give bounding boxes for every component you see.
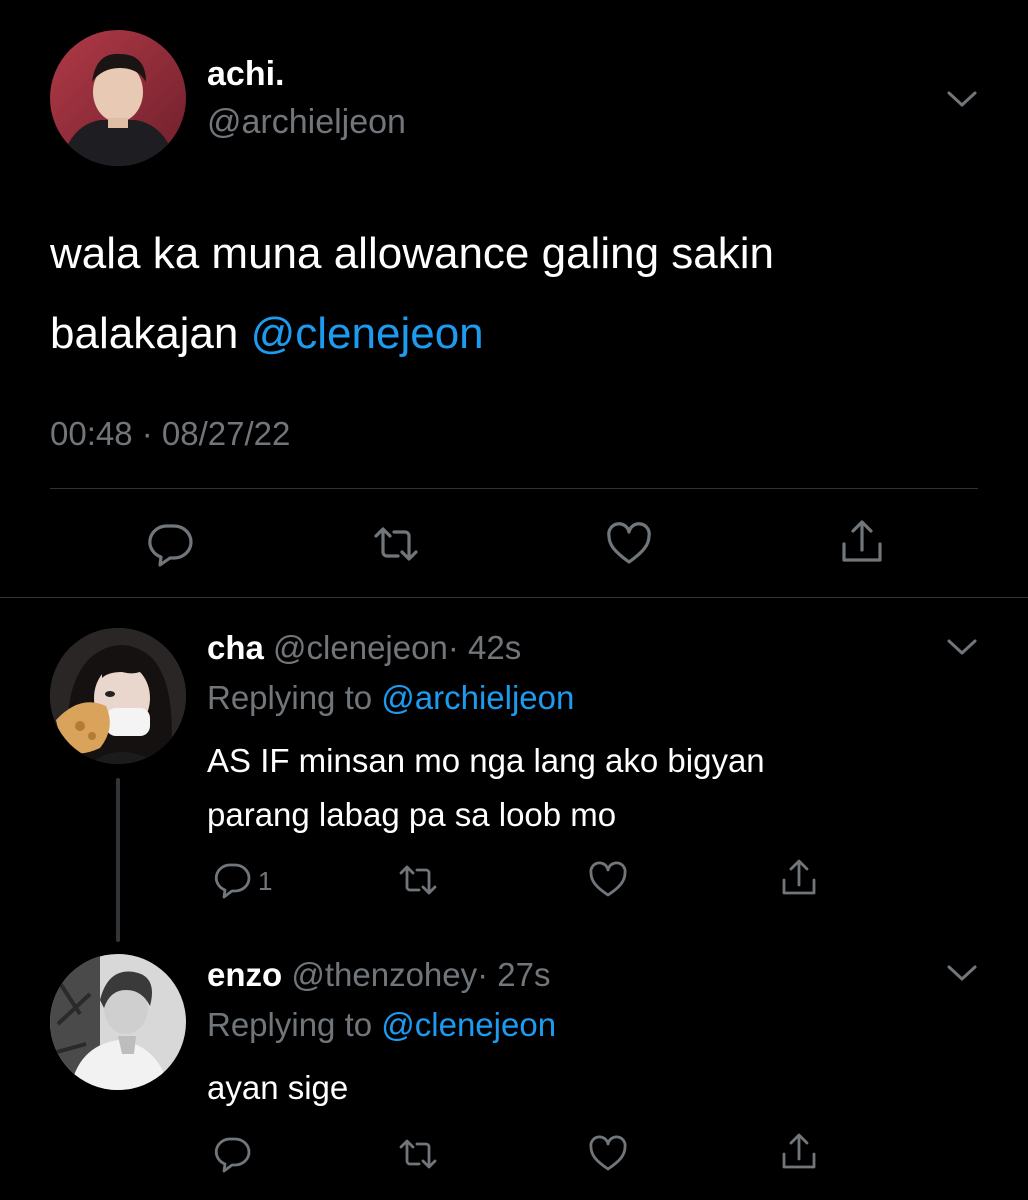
reply-handle[interactable]: @clenejeon	[273, 629, 448, 666]
replying-to: Replying to @archieljeon	[207, 678, 574, 718]
reply-text-line: parang labag pa sa loob mo	[207, 796, 617, 833]
mention-link[interactable]: @clenejeon	[251, 309, 484, 358]
reply-age: · 42s	[447, 629, 522, 666]
reply-display-name[interactable]: cha	[207, 629, 264, 666]
comment-icon[interactable]	[212, 860, 252, 900]
reply-display-name[interactable]: enzo	[207, 956, 282, 993]
reply-text-line: ayan sige	[207, 1069, 349, 1106]
like-icon[interactable]	[588, 1134, 628, 1174]
reply-count: 1	[258, 866, 273, 896]
chevron-down-icon[interactable]	[946, 636, 978, 658]
tweet-timestamp[interactable]: 00:48 · 08/27/22	[50, 414, 290, 454]
tweet-text: wala ka muna allowance galing sakin bala…	[50, 214, 990, 374]
author-avatar[interactable]	[50, 30, 186, 166]
tweet-text-line: balakajan @clenejeon	[50, 294, 990, 374]
reply-handle[interactable]: @thenzohey	[291, 956, 477, 993]
divider	[0, 597, 1028, 598]
replying-to-label: Replying to	[207, 679, 382, 716]
like-icon[interactable]	[605, 520, 653, 568]
reply-text: AS IF minsan mo nga lang ako bigyan para…	[207, 734, 967, 842]
chevron-down-icon[interactable]	[946, 88, 978, 110]
replying-to-label: Replying to	[207, 1006, 382, 1043]
author-display-name[interactable]: achi.	[207, 54, 284, 94]
mention-link[interactable]: @clenejeon	[381, 1006, 556, 1043]
retweet-icon[interactable]	[398, 860, 438, 900]
like-icon[interactable]	[588, 860, 628, 900]
comment-icon[interactable]	[146, 520, 194, 568]
divider	[50, 488, 978, 489]
reply-avatar[interactable]	[50, 628, 186, 764]
reply-age: · 27s	[477, 956, 551, 993]
chevron-down-icon[interactable]	[946, 962, 978, 984]
retweet-icon[interactable]	[372, 520, 420, 568]
share-icon[interactable]	[779, 858, 819, 898]
reply-avatar[interactable]	[50, 954, 186, 1090]
thread-connector	[116, 778, 120, 942]
tweet-text-line: wala ka muna allowance galing sakin	[50, 229, 774, 278]
tweet-text-segment: balakajan	[50, 309, 251, 358]
author-handle[interactable]: @archieljeon	[207, 102, 406, 142]
mention-link[interactable]: @archieljeon	[381, 679, 574, 716]
share-icon[interactable]	[838, 518, 886, 566]
reply-header: enzo @thenzohey· 27s	[207, 955, 551, 995]
reply-text: ayan sige	[207, 1061, 967, 1115]
replying-to: Replying to @clenejeon	[207, 1005, 556, 1045]
retweet-icon[interactable]	[398, 1134, 438, 1174]
comment-icon[interactable]	[212, 1134, 252, 1174]
reply-header: cha @clenejeon· 42s	[207, 628, 521, 668]
share-icon[interactable]	[779, 1132, 819, 1172]
reply-text-line: AS IF minsan mo nga lang ako bigyan	[207, 742, 765, 779]
